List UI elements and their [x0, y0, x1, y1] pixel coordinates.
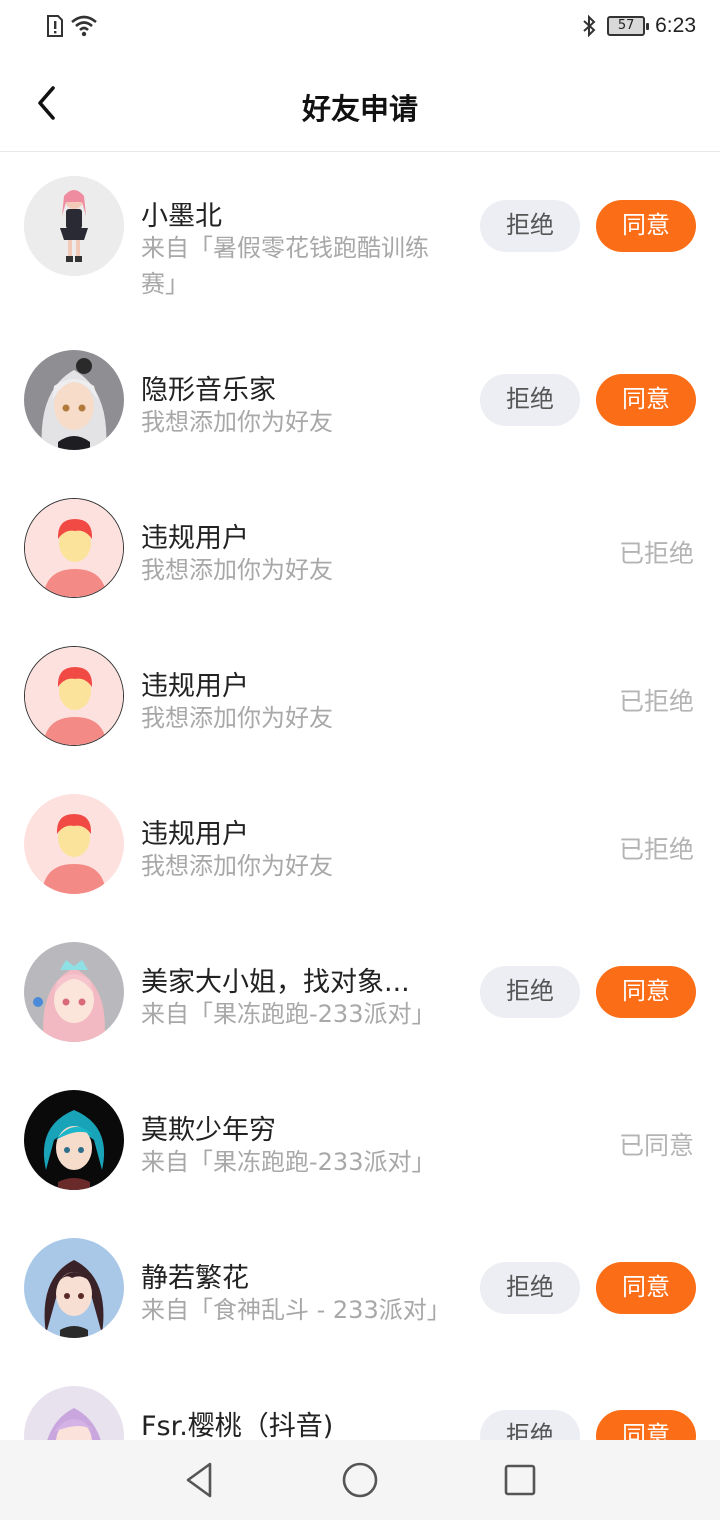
- teal-hair-character-avatar: [24, 1090, 124, 1190]
- request-source: 来自「暑假零花钱跑酷训练赛」: [141, 234, 429, 298]
- agree-button[interactable]: 同意: [596, 966, 696, 1018]
- avatar[interactable]: [24, 1090, 124, 1190]
- bluetooth-icon: [583, 14, 596, 38]
- avatar[interactable]: [24, 498, 124, 598]
- avatar[interactable]: [24, 794, 124, 894]
- request-status: 已拒绝: [618, 687, 694, 716]
- recents-square-icon: [504, 1464, 536, 1496]
- home-circle-icon: [342, 1462, 378, 1498]
- reject-button[interactable]: 拒绝: [480, 1410, 580, 1440]
- avatar[interactable]: [24, 1238, 124, 1338]
- agree-button[interactable]: 同意: [596, 200, 696, 252]
- sim-alert-icon: [47, 15, 63, 37]
- avatar[interactable]: [24, 1386, 124, 1440]
- nav-home-button[interactable]: [340, 1460, 380, 1500]
- reject-button[interactable]: 拒绝: [480, 200, 580, 252]
- avatar[interactable]: [24, 942, 124, 1042]
- request-message: 我想添加你为好友: [141, 556, 333, 584]
- agree-button[interactable]: 同意: [596, 374, 696, 426]
- request-message: 我想添加你为好友: [141, 852, 333, 880]
- battery-indicator: 57: [607, 16, 650, 36]
- lavender-hair-character-avatar: [24, 1386, 124, 1440]
- request-status: 已同意: [618, 1131, 694, 1160]
- requester-name: 违规用户: [141, 523, 249, 554]
- request-source: 来自「果冻跑跑-233派对」: [141, 1000, 436, 1028]
- request-source: 来自「果冻跑跑-233派对」: [141, 1148, 436, 1176]
- requester-name: 美家大小姐，找对象...: [141, 967, 410, 998]
- nav-back-button[interactable]: [180, 1460, 220, 1500]
- clock: 6:23: [655, 14, 696, 37]
- reject-button[interactable]: 拒绝: [480, 374, 580, 426]
- nav-recents-button[interactable]: [500, 1460, 540, 1500]
- system-navigation-bar: [0, 1440, 720, 1520]
- requester-name: 小墨北: [141, 201, 222, 232]
- silver-hair-character-avatar: [24, 350, 124, 450]
- agree-button[interactable]: 同意: [596, 1410, 696, 1440]
- avatar[interactable]: [24, 176, 124, 276]
- pink-hair-character-avatar: [24, 176, 124, 276]
- page-header: 好友申请: [0, 56, 720, 152]
- default-user-avatar: [25, 499, 123, 597]
- requester-name: 违规用户: [141, 819, 249, 850]
- agree-button[interactable]: 同意: [596, 1262, 696, 1314]
- requester-name: 违规用户: [141, 671, 249, 702]
- default-user-avatar: [25, 647, 123, 745]
- requester-name: 静若繁花: [141, 1263, 249, 1294]
- back-triangle-icon: [186, 1462, 212, 1498]
- requester-name: 莫欺少年穷: [141, 1115, 276, 1146]
- status-icons-left: [46, 14, 98, 38]
- reject-button[interactable]: 拒绝: [480, 1262, 580, 1314]
- page-title: 好友申请: [301, 92, 418, 126]
- avatar[interactable]: [24, 646, 124, 746]
- request-status: 已拒绝: [618, 835, 694, 864]
- wifi-icon: [71, 15, 97, 37]
- request-status: 已拒绝: [618, 539, 694, 568]
- default-user-avatar: [24, 794, 124, 894]
- request-message: 我想添加你为好友: [141, 704, 333, 732]
- friend-request-list[interactable]: 小墨北 来自「暑假零花钱跑酷训练赛」 拒绝 同意 隐形音乐家 我想添加你为好友 …: [0, 152, 720, 1440]
- avatar[interactable]: [24, 350, 124, 450]
- requester-name: Fsr.樱桃（抖音): [141, 1411, 334, 1440]
- request-source: 来自「食神乱斗 - 233派对」: [141, 1296, 451, 1324]
- dark-hair-character-avatar: [24, 1238, 124, 1338]
- status-icons-right: 57 6:23: [581, 14, 696, 38]
- reject-button[interactable]: 拒绝: [480, 966, 580, 1018]
- request-message: 我想添加你为好友: [141, 408, 333, 436]
- requester-name: 隐形音乐家: [141, 375, 276, 406]
- tiara-character-avatar: [24, 942, 124, 1042]
- status-bar: 57 6:23: [0, 0, 720, 56]
